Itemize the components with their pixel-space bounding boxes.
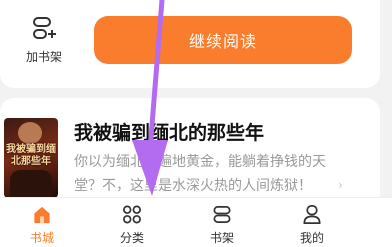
chevron-right-icon[interactable]: ›	[338, 178, 343, 192]
cover-figure	[18, 122, 42, 144]
book-title[interactable]: 我被骗到缅北的那些年	[74, 118, 374, 145]
action-card: 加书架 继续阅读	[0, 0, 380, 88]
tab-profile[interactable]: 我的	[282, 204, 342, 246]
add-shelf-icon	[33, 17, 56, 39]
tab-bookshelf-label: 书架	[209, 231, 234, 245]
category-grid-icon	[123, 205, 141, 224]
tab-bookstore[interactable]: 书城	[12, 204, 72, 246]
tab-category[interactable]: 分类	[102, 204, 162, 246]
continue-reading-label: 继续阅读	[188, 32, 257, 51]
book-description: 你以为缅北是遍地黄金，能躺着挣钱的天堂？不，这里是水深火热的人间炼狱！	[74, 154, 326, 194]
add-to-shelf-button[interactable]: 加书架	[18, 14, 70, 68]
tab-profile-label: 我的	[299, 231, 324, 245]
home-icon	[34, 206, 50, 224]
profile-icon	[303, 205, 321, 224]
tab-category-label: 分类	[119, 231, 144, 245]
bottom-tab-bar: 书城 分类 书架 我的	[0, 197, 392, 247]
tab-bookshelf[interactable]: 书架	[192, 204, 252, 246]
book-cover[interactable]: 我被骗到缅北那些年	[4, 118, 58, 198]
bookshelf-icon	[213, 206, 231, 223]
cover-figure-body	[10, 170, 52, 198]
tab-bookstore-label: 书城	[29, 231, 54, 245]
continue-reading-button[interactable]: 继续阅读	[94, 16, 352, 64]
cover-title-text: 我被骗到缅北那些年	[6, 144, 56, 167]
add-to-shelf-label: 加书架	[25, 50, 62, 64]
